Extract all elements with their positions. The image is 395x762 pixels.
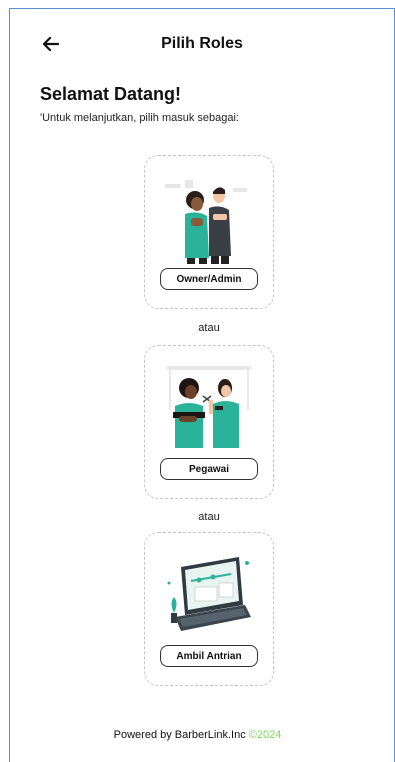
role-card-pegawai[interactable]: Pegawai <box>144 345 274 499</box>
role-card-ambil-antrian[interactable]: Ambil Antrian <box>144 532 274 686</box>
welcome-subtitle: 'Untuk melanjutkan, pilih masuk sebagai: <box>40 112 239 124</box>
role-card-owner[interactable]: Owner/Admin <box>144 155 274 309</box>
owner-admin-button[interactable]: Owner/Admin <box>160 268 258 290</box>
ambil-antrian-button[interactable]: Ambil Antrian <box>160 645 258 667</box>
app-bar: Pilih Roles <box>10 29 394 61</box>
footer-year: ©2024 <box>248 729 282 741</box>
pegawai-button[interactable]: Pegawai <box>160 458 258 480</box>
pegawai-illustration <box>167 366 251 448</box>
footer-text: Powered by BarberLink.Inc <box>113 729 249 741</box>
pegawai-label: Pegawai <box>188 463 230 475</box>
separator-text-2: atau <box>198 511 220 523</box>
page-title: Pilih Roles <box>161 35 243 52</box>
owner-admin-illustration <box>165 180 247 264</box>
ambil-antrian-illustration <box>167 557 251 631</box>
separator-text-1: atau <box>198 322 220 334</box>
footer: Powered by BarberLink.Inc ©2024 <box>0 729 395 741</box>
phone-frame: Pilih Roles Selamat Datang! 'Untuk melan… <box>9 8 395 762</box>
owner-admin-label: Owner/Admin <box>176 273 242 285</box>
ambil-antrian-label: Ambil Antrian <box>176 650 242 662</box>
welcome-heading: Selamat Datang! <box>40 84 182 104</box>
